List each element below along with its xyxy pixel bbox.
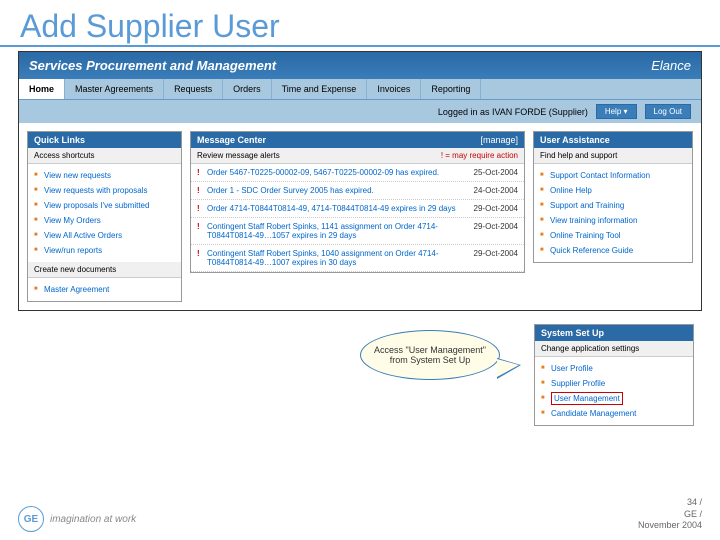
list-item[interactable]: View training information xyxy=(540,213,686,228)
list-item[interactable]: Support and Training xyxy=(540,198,686,213)
list-item[interactable]: View new requests xyxy=(34,168,175,183)
message-date: 24-Oct-2004 xyxy=(458,186,518,195)
message-center-panel: Message Center [manage] Review message a… xyxy=(190,131,525,273)
nav-tabs: HomeMaster AgreementsRequestsOrdersTime … xyxy=(19,79,701,100)
slide-title: Add Supplier User xyxy=(0,0,720,47)
list-item[interactable]: View requests with proposals xyxy=(34,183,175,198)
message-center-header: Message Center [manage] xyxy=(191,132,524,148)
message-sub-text: Review message alerts xyxy=(197,151,280,160)
message-row[interactable]: Order 1 - SDC Order Survey 2005 has expi… xyxy=(191,182,524,200)
message-legend: ! = may require action xyxy=(441,151,518,160)
message-text: Contingent Staff Robert Spinks, 1141 ass… xyxy=(197,222,458,240)
list-item[interactable]: Online Training Tool xyxy=(540,228,686,243)
list-item[interactable]: Support Contact Information xyxy=(540,168,686,183)
footer-date: November 2004 xyxy=(638,520,702,532)
message-text: Order 4714-T0844T0814-49, 4714-T0844T081… xyxy=(197,204,458,213)
top-bar: Logged in as IVAN FORDE (Supplier) Help … xyxy=(19,100,701,123)
list-item[interactable]: View All Active Orders xyxy=(34,228,175,243)
footer-page: 34 / xyxy=(638,497,702,509)
footer-tagline: imagination at work xyxy=(50,514,136,525)
app-title: Services Procurement and Management xyxy=(29,58,276,73)
list-item[interactable]: Supplier Profile xyxy=(541,376,687,391)
tab-reporting[interactable]: Reporting xyxy=(421,79,481,99)
tab-requests[interactable]: Requests xyxy=(164,79,223,99)
message-text: Order 5467-T0225-00002-09, 5467-T0225-00… xyxy=(197,168,458,177)
message-date: 29-Oct-2004 xyxy=(458,204,518,213)
message-date: 25-Oct-2004 xyxy=(458,168,518,177)
user-assistance-sub: Find help and support xyxy=(534,148,692,164)
system-setup-header: System Set Up xyxy=(535,325,693,341)
tab-orders[interactable]: Orders xyxy=(223,79,272,99)
manage-link[interactable]: [manage] xyxy=(480,135,518,145)
list-item[interactable]: View proposals I've submitted xyxy=(34,198,175,213)
tab-master-agreements[interactable]: Master Agreements xyxy=(65,79,164,99)
list-item[interactable]: User Management xyxy=(541,391,687,406)
slide-footer: GE imagination at work 34 / GE / Novembe… xyxy=(18,497,702,532)
message-date: 29-Oct-2004 xyxy=(458,249,518,267)
message-row[interactable]: Contingent Staff Robert Spinks, 1141 ass… xyxy=(191,218,524,245)
content-3col: Quick Links Access shortcuts View new re… xyxy=(19,123,701,310)
quick-links-header: Quick Links xyxy=(28,132,181,148)
list-item[interactable]: Online Help xyxy=(540,183,686,198)
message-date: 29-Oct-2004 xyxy=(458,222,518,240)
app-header: Services Procurement and Management Elan… xyxy=(19,52,701,79)
message-row[interactable]: Order 4714-T0844T0814-49, 4714-T0844T081… xyxy=(191,200,524,218)
user-assistance-panel: User Assistance Find help and support Su… xyxy=(533,131,693,263)
list-item[interactable]: Quick Reference Guide xyxy=(540,243,686,258)
list-item[interactable]: View My Orders xyxy=(34,213,175,228)
callout-bubble: Access "User Management" from System Set… xyxy=(360,330,500,380)
quick-links-sub2: Create new documents xyxy=(28,262,181,278)
list-item[interactable]: View/run reports xyxy=(34,243,175,258)
quick-links-panel: Quick Links Access shortcuts View new re… xyxy=(27,131,182,302)
brand-logo: Elance xyxy=(651,58,691,73)
quick-links-sub: Access shortcuts xyxy=(28,148,181,164)
help-button[interactable]: Help ▾ xyxy=(596,104,637,119)
message-center-title: Message Center xyxy=(197,135,266,145)
tab-home[interactable]: Home xyxy=(19,79,65,99)
list-item[interactable]: Master Agreement xyxy=(34,282,175,297)
tab-invoices[interactable]: Invoices xyxy=(367,79,421,99)
message-text: Order 1 - SDC Order Survey 2005 has expi… xyxy=(197,186,458,195)
logged-in-text: Logged in as IVAN FORDE (Supplier) xyxy=(438,107,588,117)
app-window: Services Procurement and Management Elan… xyxy=(18,51,702,311)
message-row[interactable]: Order 5467-T0225-00002-09, 5467-T0225-00… xyxy=(191,164,524,182)
message-text: Contingent Staff Robert Spinks, 1040 ass… xyxy=(197,249,458,267)
message-row[interactable]: Contingent Staff Robert Spinks, 1040 ass… xyxy=(191,245,524,272)
ge-logo-icon: GE xyxy=(18,506,44,532)
list-item[interactable]: Candidate Management xyxy=(541,406,687,421)
system-setup-panel: System Set Up Change application setting… xyxy=(534,324,694,426)
system-setup-sub: Change application settings xyxy=(535,341,693,357)
user-assistance-header: User Assistance xyxy=(534,132,692,148)
message-center-sub: Review message alerts ! = may require ac… xyxy=(191,148,524,164)
logout-button[interactable]: Log Out xyxy=(645,104,691,119)
list-item[interactable]: User Profile xyxy=(541,361,687,376)
footer-org: GE / xyxy=(638,509,702,521)
tab-time-and-expense[interactable]: Time and Expense xyxy=(272,79,368,99)
